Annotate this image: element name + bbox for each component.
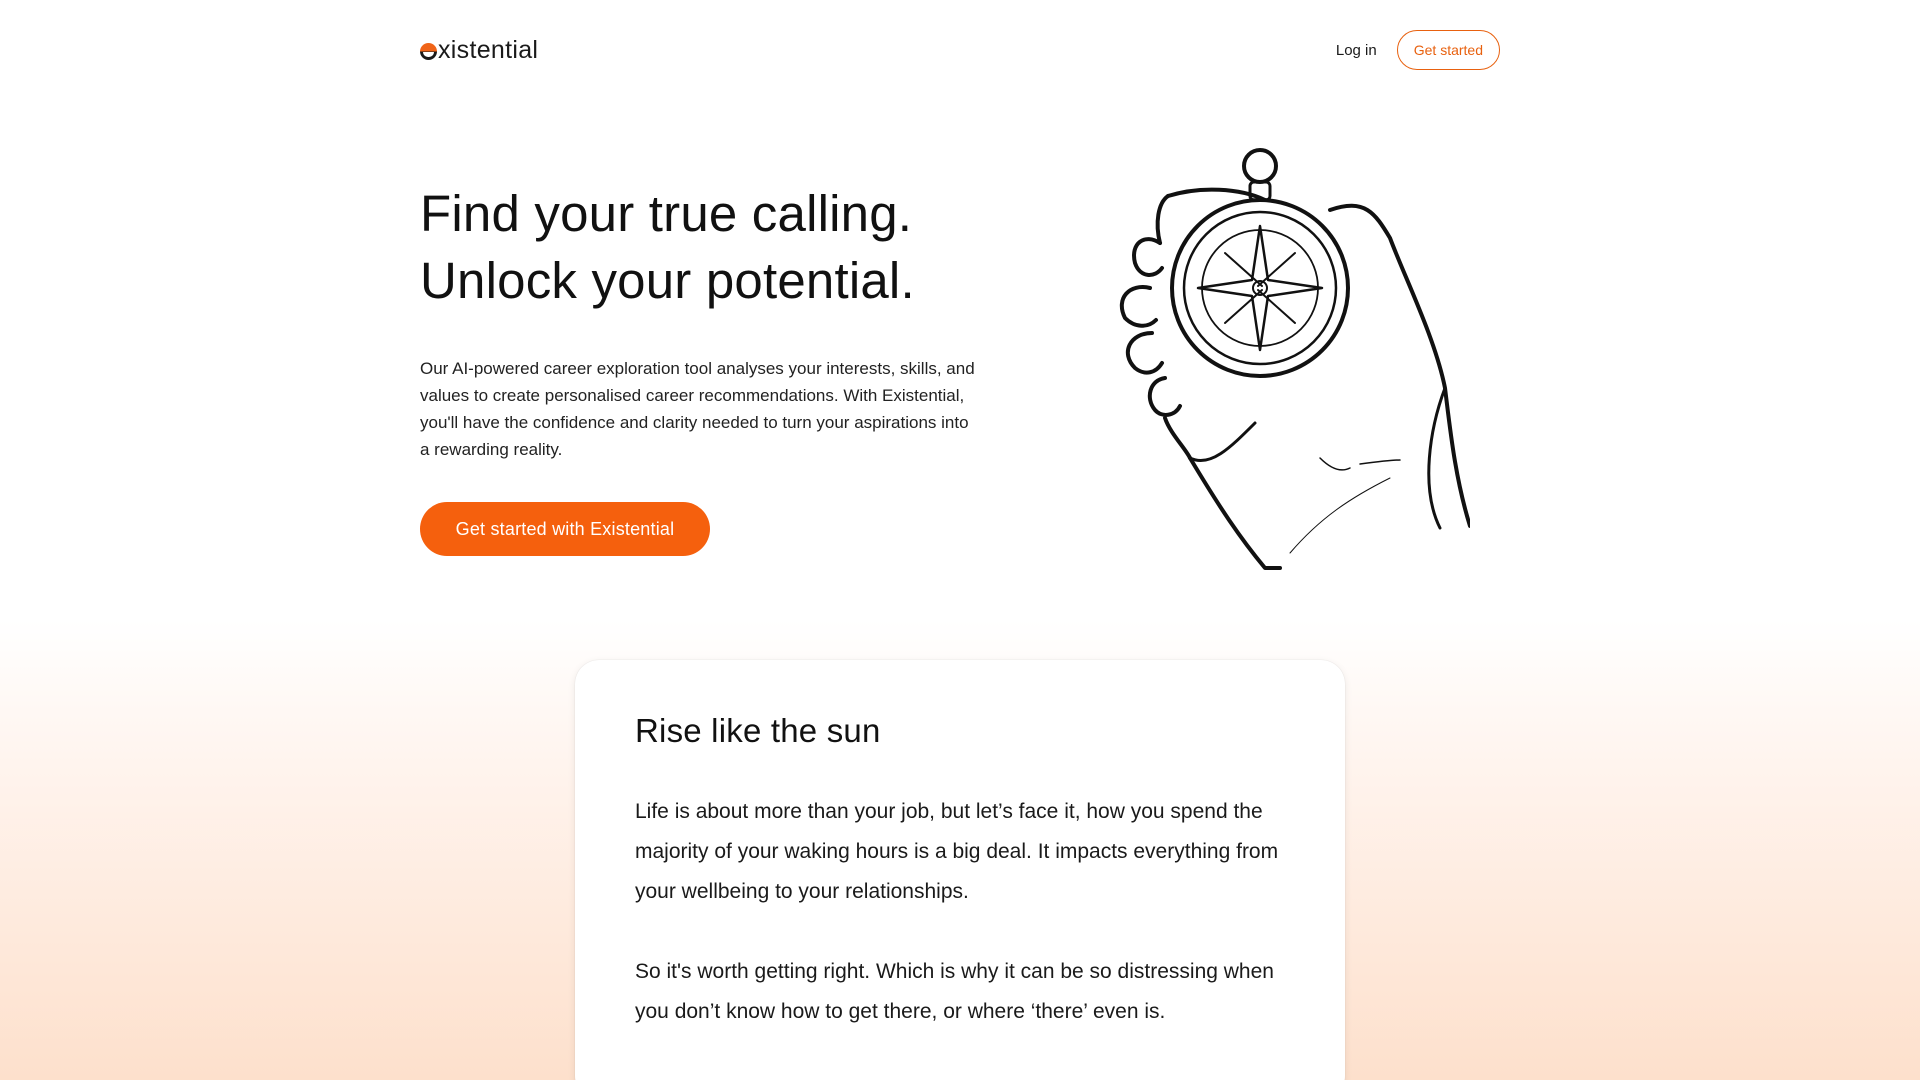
compass-in-hand-illustration (1119, 148, 1470, 570)
get-started-button[interactable]: Get started (1396, 30, 1500, 70)
card-paragraph-2: So it's worth getting right. Which is wh… (635, 960, 1274, 1023)
card-paragraph-1: Life is about more than your job, but le… (635, 800, 1279, 903)
sun-logo-icon (420, 42, 437, 60)
site-header: xistential Log in Get started (420, 30, 1500, 70)
header-nav: Log in Get started (1336, 30, 1500, 70)
card-title: Rise like the sun (635, 712, 881, 749)
hero-title-line2: Unlock your potential. (420, 252, 915, 309)
rise-like-the-sun-card: Rise like the sun Life is about more tha… (575, 660, 1345, 1080)
logo-text: xistential (438, 35, 539, 64)
hero-title: Find your true calling. Unlock your pote… (420, 180, 1020, 314)
cta-button[interactable]: Get started with Existential (420, 502, 710, 556)
hero-description: Our AI-powered career exploration tool a… (420, 359, 975, 459)
login-link[interactable]: Log in (1336, 42, 1377, 59)
logo[interactable]: xistential (420, 36, 538, 65)
hero-title-line1: Find your true calling. (420, 185, 913, 242)
